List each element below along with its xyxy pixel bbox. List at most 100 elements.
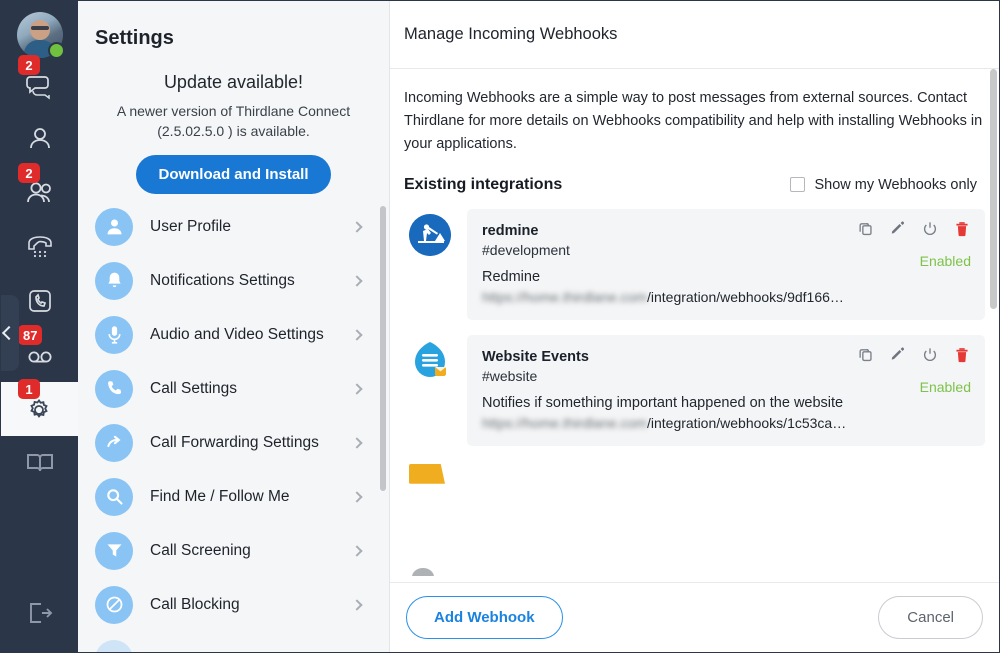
nav-item-chat[interactable]: 2	[1, 58, 78, 112]
chat-badge: 2	[18, 55, 40, 75]
phone-icon	[95, 370, 133, 408]
sidebar-item-label: Call Blocking	[150, 596, 353, 614]
webhook-actions	[857, 220, 971, 238]
website-events-logo-icon	[409, 340, 451, 382]
chevron-right-icon	[351, 383, 362, 394]
update-message: A newer version of Thirdlane Connect (2.…	[92, 101, 375, 142]
chevron-right-icon	[351, 329, 362, 340]
webhook-url-blurred: https://home.thirdlane.com	[482, 289, 647, 305]
sidebar-item-label: Call Forwarding Settings	[150, 434, 353, 452]
chevron-right-icon	[351, 275, 362, 286]
directory-book-icon	[23, 446, 57, 480]
page-title: Manage Incoming Webhooks	[404, 25, 617, 44]
show-my-webhooks-only-label: Show my Webhooks only	[814, 177, 977, 193]
show-my-webhooks-only-toggle[interactable]: Show my Webhooks only	[790, 177, 977, 193]
chevron-right-icon	[351, 221, 362, 232]
main-scrollbar[interactable]	[990, 69, 997, 309]
power-toggle-icon[interactable]	[921, 346, 939, 364]
main-content: Incoming Webhooks are a simple way to po…	[390, 69, 999, 582]
phone-icon	[23, 230, 57, 264]
search-icon	[95, 478, 133, 516]
settings-badge: 1	[18, 379, 40, 399]
add-webhook-button[interactable]: Add Webhook	[406, 596, 563, 639]
microphone-icon	[95, 316, 133, 354]
redmine-logo-icon	[409, 214, 451, 256]
nav-item-logout[interactable]	[1, 586, 78, 640]
existing-integrations-row: Existing integrations Show my Webhooks o…	[404, 176, 985, 194]
download-and-install-button[interactable]: Download and Install	[136, 155, 330, 194]
webhook-channel: #development	[482, 242, 970, 258]
partial-icon	[95, 640, 133, 652]
webhook-description: Notifies if something important happened…	[482, 395, 970, 411]
sidebar-item-audio-and-video-settings[interactable]: Audio and Video Settings	[78, 308, 389, 362]
presence-status-dot	[48, 42, 65, 59]
edit-icon[interactable]	[889, 220, 907, 238]
partial-webhook-logo-icon	[409, 464, 445, 484]
sidebar-item-label: Find Me / Follow Me	[150, 488, 353, 506]
delete-icon[interactable]	[953, 346, 971, 364]
nav-item-groups[interactable]: 2	[1, 166, 78, 220]
sidebar-item-call-forwarding-settings[interactable]: Call Forwarding Settings	[78, 416, 389, 470]
call-history-icon	[23, 284, 57, 318]
cancel-button[interactable]: Cancel	[878, 596, 983, 639]
chevron-right-icon	[351, 491, 362, 502]
sidebar-item-label: Call Settings	[150, 380, 353, 398]
funnel-icon	[95, 532, 133, 570]
partial-clipped-row	[406, 568, 436, 576]
sidebar-item-partial[interactable]	[78, 632, 389, 652]
app-window: 2 2	[0, 0, 1000, 653]
primary-nav-rail: 2 2	[1, 1, 78, 652]
forward-arrow-icon	[95, 424, 133, 462]
webhook-url-visible: /integration/webhooks/9df166…	[647, 289, 844, 305]
webhook-status: Enabled	[920, 379, 971, 395]
webhook-url: https://home.thirdlane.com/integration/w…	[482, 415, 970, 431]
sidebar-item-user-profile[interactable]: User Profile	[78, 200, 389, 254]
sidebar-item-call-screening[interactable]: Call Screening	[78, 524, 389, 578]
webhook-url-visible: /integration/webhooks/1c53ca…	[647, 415, 846, 431]
contacts-icon	[23, 122, 57, 156]
main-header: Manage Incoming Webhooks	[390, 1, 999, 69]
webhook-actions	[857, 346, 971, 364]
webhook-channel: #website	[482, 368, 970, 384]
sidebar-item-label: Notifications Settings	[150, 272, 353, 290]
copy-icon[interactable]	[857, 220, 875, 238]
block-icon	[95, 586, 133, 624]
sidebar-item-find-me-follow-me[interactable]: Find Me / Follow Me	[78, 470, 389, 524]
nav-item-directory[interactable]	[1, 436, 78, 490]
chevron-right-icon	[351, 437, 362, 448]
voicemail-badge: 87	[18, 325, 42, 345]
webhook-url: https://home.thirdlane.com/integration/w…	[482, 289, 970, 305]
power-toggle-icon[interactable]	[921, 220, 939, 238]
logout-icon	[23, 596, 57, 630]
copy-icon[interactable]	[857, 346, 875, 364]
settings-list: User Profile Notifications Settings Audi…	[78, 200, 389, 652]
sidebar-item-label: User Profile	[150, 218, 353, 236]
nav-item-settings[interactable]: 1	[1, 382, 78, 436]
webhook-row: redmine #development Redmine https://hom…	[404, 209, 985, 320]
webhook-row: Website Events #website Notifies if some…	[404, 335, 985, 446]
sidebar-item-notifications-settings[interactable]: Notifications Settings	[78, 254, 389, 308]
sidebar-item-label: Call Screening	[150, 542, 353, 560]
webhook-card: Website Events #website Notifies if some…	[467, 335, 985, 446]
sidebar-item-label: Audio and Video Settings	[150, 326, 353, 344]
delete-icon[interactable]	[953, 220, 971, 238]
avatar-glasses	[31, 26, 49, 30]
chevron-right-icon	[351, 599, 362, 610]
webhook-url-blurred: https://home.thirdlane.com	[482, 415, 647, 431]
edit-icon[interactable]	[889, 346, 907, 364]
webhook-status: Enabled	[920, 253, 971, 269]
settings-panel: Settings Update available! A newer versi…	[78, 1, 390, 652]
avatar[interactable]	[17, 12, 63, 58]
sidebar-item-call-settings[interactable]: Call Settings	[78, 362, 389, 416]
show-my-webhooks-only-checkbox[interactable]	[790, 177, 805, 192]
chevron-left-icon	[2, 326, 16, 340]
person-icon	[95, 208, 133, 246]
collapse-sidebar-handle[interactable]	[0, 295, 19, 371]
existing-integrations-title: Existing integrations	[404, 176, 562, 194]
main-panel: Manage Incoming Webhooks Incoming Webhoo…	[390, 1, 999, 652]
sidebar-item-call-blocking[interactable]: Call Blocking	[78, 578, 389, 632]
settings-scrollbar[interactable]	[380, 206, 386, 491]
update-banner: Update available! A newer version of Thi…	[78, 50, 389, 194]
nav-item-phone[interactable]	[1, 220, 78, 274]
nav-item-contacts[interactable]	[1, 112, 78, 166]
